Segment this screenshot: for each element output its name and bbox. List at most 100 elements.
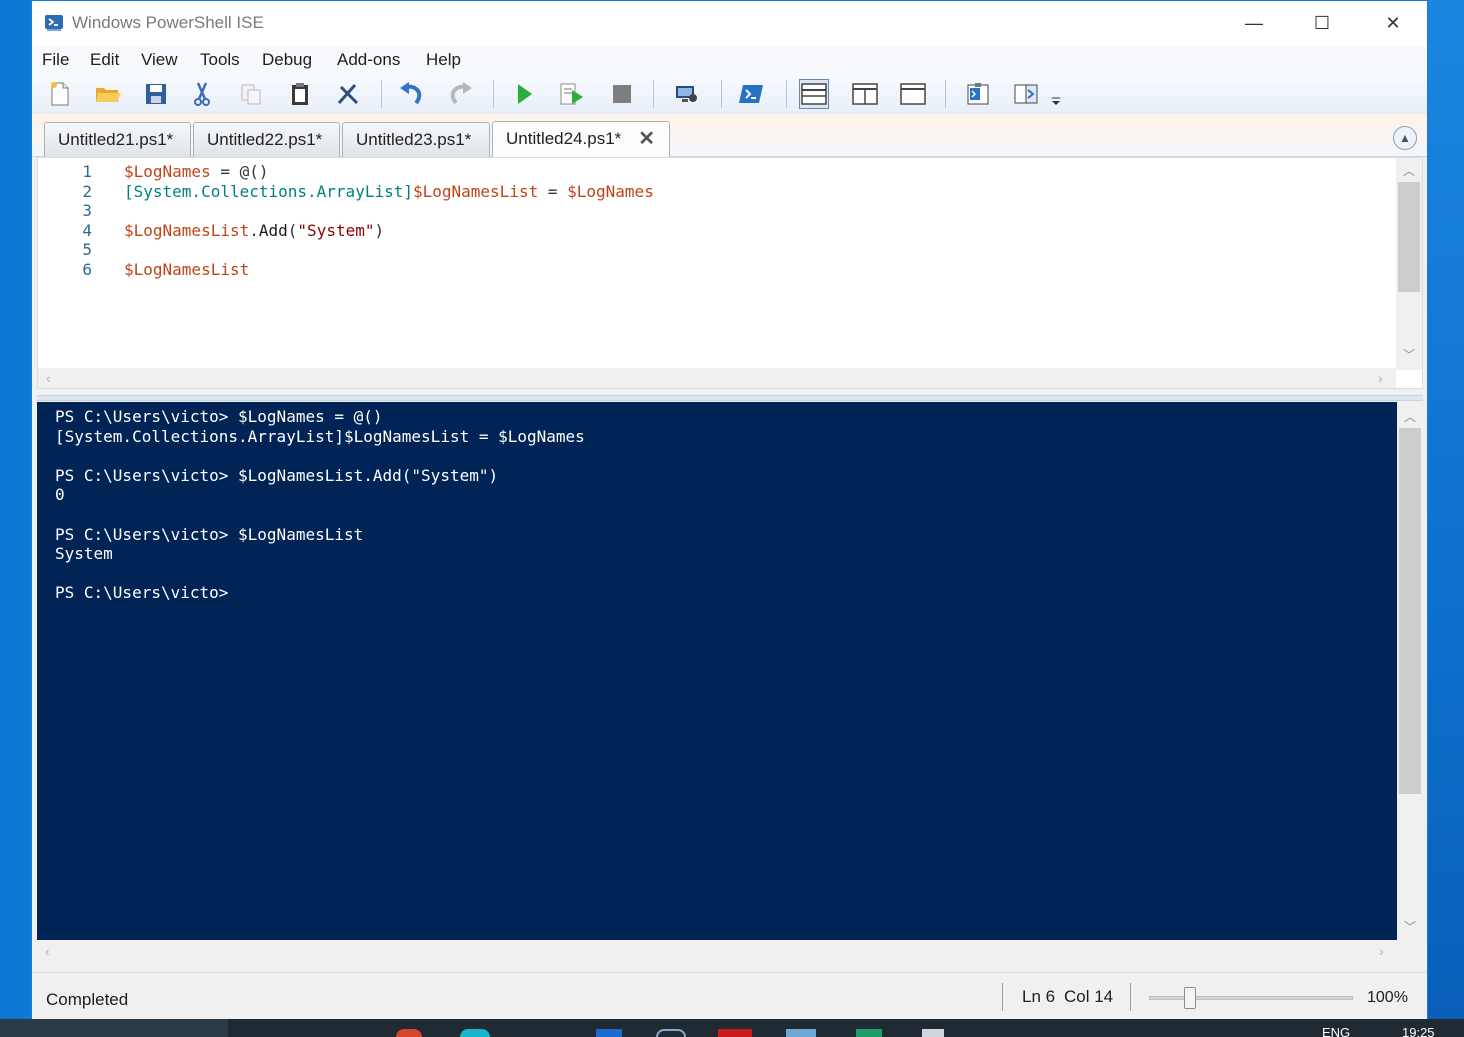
maximize-icon: ☐ <box>1313 13 1331 33</box>
console-pane[interactable]: PS C:\Users\victo> $LogNames = @() [Syste… <box>37 402 1397 940</box>
chevron-up-icon: ▲ <box>1399 131 1411 145</box>
taskbar-app-icon[interactable] <box>786 1029 816 1037</box>
console-line: PS C:\Users\victo> <box>55 583 229 603</box>
clock[interactable]: 19:25 <box>1402 1025 1435 1037</box>
status-separator <box>1130 983 1131 1011</box>
toolbar-overflow-button[interactable] <box>1048 79 1064 109</box>
menu-debug[interactable]: Debug <box>262 50 312 70</box>
menu-view[interactable]: View <box>141 50 178 70</box>
menu-edit[interactable]: Edit <box>90 50 119 70</box>
show-script-right-button[interactable] <box>850 79 880 109</box>
tab-untitled24[interactable]: Untitled24.ps1* ✕ <box>492 121 670 157</box>
show-command-addon-button[interactable] <box>1011 79 1041 109</box>
new-remote-tab-button[interactable] <box>671 79 701 109</box>
tab-untitled21[interactable]: Untitled21.ps1* <box>44 122 191 157</box>
run-script-button[interactable] <box>509 79 539 109</box>
powershell-ise-window: Windows PowerShell ISE — ☐ ✕ File Edit V… <box>31 0 1428 1020</box>
code-token: $LogNamesList <box>412 181 539 201</box>
show-command-window-button[interactable] <box>963 79 993 109</box>
tab-label: Untitled24.ps1* <box>506 129 622 148</box>
code-line: [System.Collections.ArrayList]$LogNamesL… <box>124 182 654 202</box>
run-selection-button[interactable] <box>557 79 587 109</box>
scroll-down-icon[interactable]: ﹀ <box>1397 918 1423 935</box>
close-button[interactable]: ✕ <box>1370 7 1416 39</box>
cut-button[interactable] <box>187 79 217 109</box>
code-token: ( <box>287 220 298 240</box>
redo-button[interactable] <box>445 79 475 109</box>
pane-splitter[interactable] <box>37 395 1423 401</box>
powershell-icon <box>739 85 763 103</box>
scroll-left-icon[interactable]: ‹ <box>45 943 50 959</box>
scroll-down-icon[interactable]: ﹀ <box>1396 346 1422 363</box>
folder-open-icon <box>96 88 121 102</box>
collapse-script-pane-button[interactable]: ▲ <box>1393 126 1417 150</box>
zoom-slider-track[interactable] <box>1149 996 1353 1000</box>
input-language[interactable]: ENG <box>1322 1025 1350 1037</box>
menu-tools[interactable]: Tools <box>200 50 240 70</box>
layout-top-icon <box>801 83 827 105</box>
code-area[interactable]: $LogNames = @() [System.Collections.Array… <box>124 162 654 280</box>
tab-label: Untitled23.ps1* <box>356 130 472 149</box>
layout-right-icon <box>852 83 878 105</box>
maximize-button[interactable]: ☐ <box>1299 7 1345 39</box>
scroll-up-icon[interactable]: ︿ <box>1397 408 1423 425</box>
taskbar-app-icon[interactable] <box>596 1029 622 1037</box>
clear-console-button[interactable] <box>333 79 363 109</box>
paste-button[interactable] <box>285 79 315 109</box>
tab-untitled22[interactable]: Untitled22.ps1* <box>193 122 340 157</box>
console-output: PS C:\Users\victo> $LogNames = @() [Syste… <box>55 407 585 603</box>
minimize-button[interactable]: — <box>1231 7 1277 39</box>
line-indicator: Ln 6 <box>1022 987 1056 1006</box>
start-powershell-button[interactable] <box>736 79 766 109</box>
taskbar-app-icon[interactable] <box>460 1029 490 1037</box>
editor-vertical-scrollbar[interactable]: ︿ ﹀ <box>1396 158 1422 370</box>
scroll-right-icon[interactable]: › <box>1379 943 1384 959</box>
show-script-top-button[interactable] <box>799 79 829 109</box>
tab-label: Untitled21.ps1* <box>58 130 174 149</box>
menu-help[interactable]: Help <box>426 50 461 70</box>
open-button[interactable] <box>93 79 123 109</box>
tab-untitled23[interactable]: Untitled23.ps1* <box>342 122 490 157</box>
console-vertical-scrollbar[interactable]: ︿ ﹀ <box>1397 402 1423 940</box>
script-editor[interactable]: 1 2 3 4 5 6 $LogNames = @() [System.Colle… <box>37 157 1423 389</box>
toolbar <box>32 74 1427 114</box>
stop-button[interactable] <box>607 79 637 109</box>
line-number: 1 <box>82 162 92 181</box>
menu-addons[interactable]: Add-ons <box>337 50 400 70</box>
run-selection-icon <box>560 83 583 105</box>
show-script-maximized-button[interactable] <box>898 79 928 109</box>
layout-maximized-icon <box>900 83 926 105</box>
zoom-slider-thumb[interactable] <box>1183 987 1196 1009</box>
code-token: "System" <box>297 220 375 240</box>
taskbar-app-icon[interactable] <box>396 1029 422 1037</box>
code-token: Add <box>258 220 288 240</box>
save-button[interactable] <box>141 79 171 109</box>
copy-button[interactable] <box>236 79 266 109</box>
code-token: . <box>249 220 259 240</box>
line-number: 6 <box>82 259 92 279</box>
taskbar-app-icon[interactable] <box>922 1029 944 1037</box>
scroll-left-icon[interactable]: ‹ <box>46 370 51 386</box>
scroll-thumb[interactable] <box>1399 428 1421 794</box>
console-horizontal-scrollbar[interactable]: ‹ › <box>37 941 1423 961</box>
scroll-thumb[interactable] <box>1398 182 1420 292</box>
undo-button[interactable] <box>397 79 427 109</box>
taskbar-app-icon[interactable] <box>718 1029 752 1037</box>
new-script-button[interactable] <box>45 79 75 109</box>
scroll-right-icon[interactable]: › <box>1378 370 1383 386</box>
scroll-up-icon[interactable]: ︿ <box>1396 162 1422 179</box>
taskbar-search-area[interactable] <box>0 1019 228 1037</box>
toolbar-separator <box>945 80 946 108</box>
taskbar-app-icon[interactable] <box>856 1029 882 1037</box>
editor-horizontal-scrollbar[interactable]: ‹ › <box>38 368 1396 388</box>
stop-icon <box>613 85 631 103</box>
taskbar-app-icon[interactable] <box>656 1029 686 1037</box>
remote-tab-icon <box>676 86 697 102</box>
menu-file[interactable]: File <box>42 50 69 70</box>
code-line: $LogNames = @() <box>124 162 654 182</box>
title-bar: Windows PowerShell ISE — ☐ ✕ <box>32 1 1427 46</box>
tab-close-icon[interactable]: ✕ <box>638 126 655 151</box>
